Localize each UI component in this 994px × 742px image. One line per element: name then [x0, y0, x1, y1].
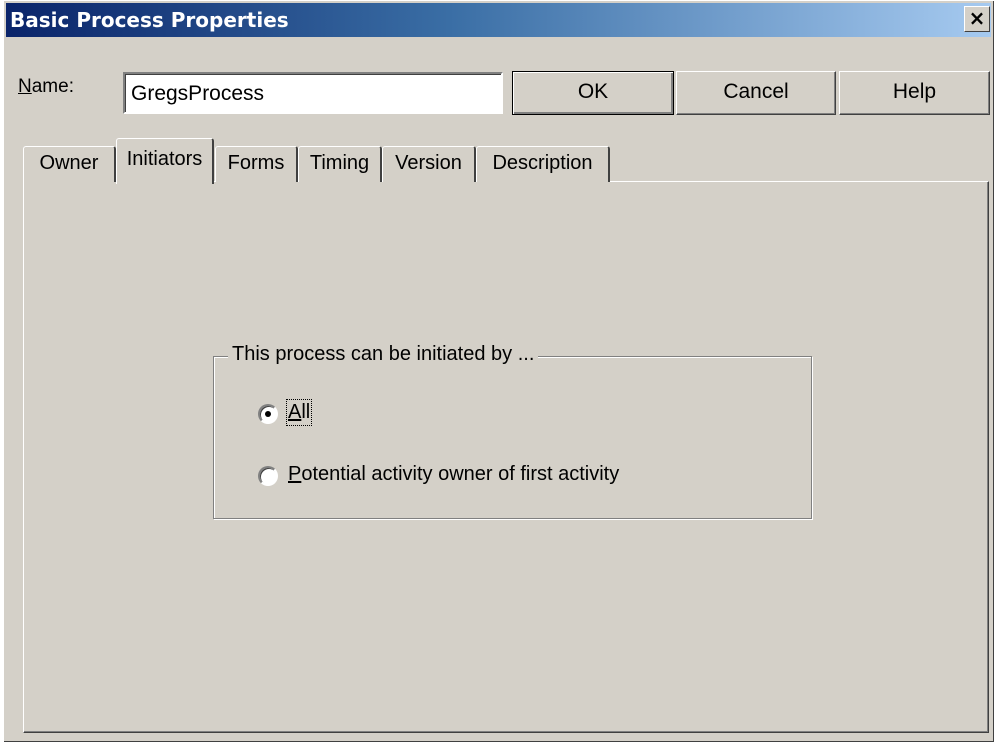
tab-forms[interactable]: Forms [215, 146, 298, 182]
close-icon: × [968, 6, 986, 30]
radio-mnemonic-all: A [288, 401, 302, 423]
radio-button-potential-owner[interactable] [258, 466, 278, 486]
tab-initiators[interactable]: Initiators [116, 138, 214, 184]
tab-owner[interactable]: Owner [23, 146, 116, 182]
help-button[interactable]: Help [839, 71, 990, 115]
ok-button[interactable]: OK [512, 71, 674, 115]
cancel-button[interactable]: Cancel [676, 71, 836, 115]
name-label: Name: [18, 76, 74, 98]
initiators-groupbox: This process can be initiated by ... All… [213, 343, 812, 519]
radio-label-all[interactable]: All [285, 399, 313, 426]
title-bar[interactable]: Basic Process Properties × [6, 3, 991, 37]
tab-description[interactable]: Description [476, 146, 610, 182]
groupbox-label: This process can be initiated by ... [228, 343, 539, 366]
radio-button-all[interactable] [258, 404, 278, 424]
radio-mnemonic-potential-owner: P [288, 463, 302, 485]
tab-version[interactable]: Version [382, 146, 476, 182]
radio-text-potential-owner: otential activity owner of first activit… [301, 463, 620, 485]
radio-label-potential-owner[interactable]: Potential activity owner of first activi… [288, 463, 619, 486]
name-label-mnemonic: N [18, 76, 32, 97]
radio-checked-dot [265, 411, 271, 417]
close-button[interactable]: × [964, 6, 990, 32]
name-input[interactable]: GregsProcess [123, 72, 503, 114]
window-title: Basic Process Properties [10, 8, 289, 32]
name-label-text: ame: [31, 76, 74, 97]
tab-timing[interactable]: Timing [298, 146, 382, 182]
radio-text-all: ll [301, 401, 311, 423]
